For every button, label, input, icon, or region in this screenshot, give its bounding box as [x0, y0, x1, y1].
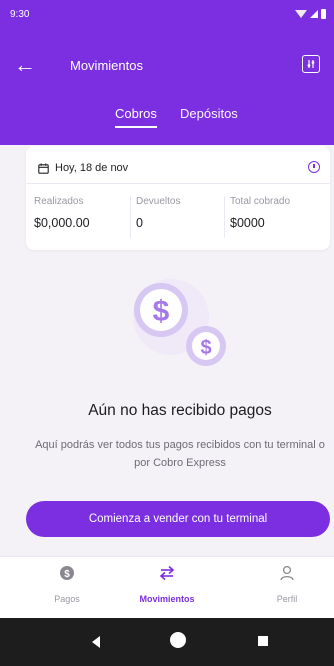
tab-bar: Cobros Depósitos [0, 106, 334, 128]
stat-label: Total cobrado [230, 196, 291, 207]
empty-state-title: Aún no has recibido pagos [88, 402, 272, 419]
system-back-icon[interactable] [92, 636, 100, 648]
stat-label: Devueltos [136, 196, 181, 207]
svg-text:$: $ [64, 569, 70, 580]
empty-state-description: Aquí podrás ver todos tus pagos recibido… [35, 439, 325, 469]
stat-value: 0 [136, 216, 143, 230]
stat-total-cobrado: Total cobrado $0000 [224, 196, 290, 238]
stat-value: $0000 [230, 216, 265, 230]
svg-text:$: $ [200, 337, 211, 359]
system-home-icon[interactable] [170, 632, 186, 648]
coins-dollar-icon: $ $ [125, 277, 235, 377]
summary-date: Hoy, 18 de nov [55, 162, 129, 174]
info-icon[interactable] [308, 161, 320, 173]
date-row: Hoy, 18 de nov [38, 162, 128, 174]
nav-item-pagos[interactable]: $ Pagos [22, 565, 112, 604]
stat-realizados: Realizados $0,000.00 [34, 196, 90, 238]
status-time: 9:30 [10, 9, 30, 20]
nav-label: Pagos [54, 594, 80, 604]
transfer-arrows-icon [159, 565, 175, 581]
dollar-circle-icon: $ [60, 566, 74, 580]
page-title: Movimientos [70, 58, 143, 73]
tab-depositos[interactable]: Depósitos [180, 106, 238, 121]
tab-cobros[interactable]: Cobros [115, 106, 157, 128]
header: ← Movimientos [0, 50, 334, 82]
nav-item-perfil[interactable]: Perfil [242, 565, 332, 604]
status-bar: 9:30 [0, 0, 334, 28]
start-selling-button[interactable]: Comienza a vender con tu terminal [26, 501, 330, 537]
wifi-icon [295, 10, 307, 18]
system-navigation-bar [0, 618, 334, 666]
user-icon [280, 565, 294, 581]
battery-icon [321, 9, 326, 19]
bottom-navigation: $ Pagos Movimientos Perfil [0, 556, 334, 618]
nav-label: Movimientos [139, 594, 195, 604]
stat-label: Realizados [34, 196, 84, 207]
card-divider [26, 183, 330, 184]
stat-value: $0,000.00 [34, 216, 90, 230]
system-recents-icon[interactable] [258, 636, 268, 646]
filter-icon[interactable] [302, 55, 320, 73]
signal-icon [310, 10, 318, 18]
status-icons [295, 9, 326, 19]
calendar-icon [38, 163, 49, 174]
nav-item-movimientos[interactable]: Movimientos [122, 565, 212, 604]
svg-text:$: $ [153, 295, 170, 328]
sliders-icon [307, 60, 315, 68]
nav-label: Perfil [276, 594, 298, 604]
summary-card: Hoy, 18 de nov Realizados $0,000.00 Devu… [26, 146, 330, 250]
back-arrow-icon[interactable]: ← [14, 52, 36, 78]
stat-devueltos: Devueltos 0 [130, 196, 180, 238]
